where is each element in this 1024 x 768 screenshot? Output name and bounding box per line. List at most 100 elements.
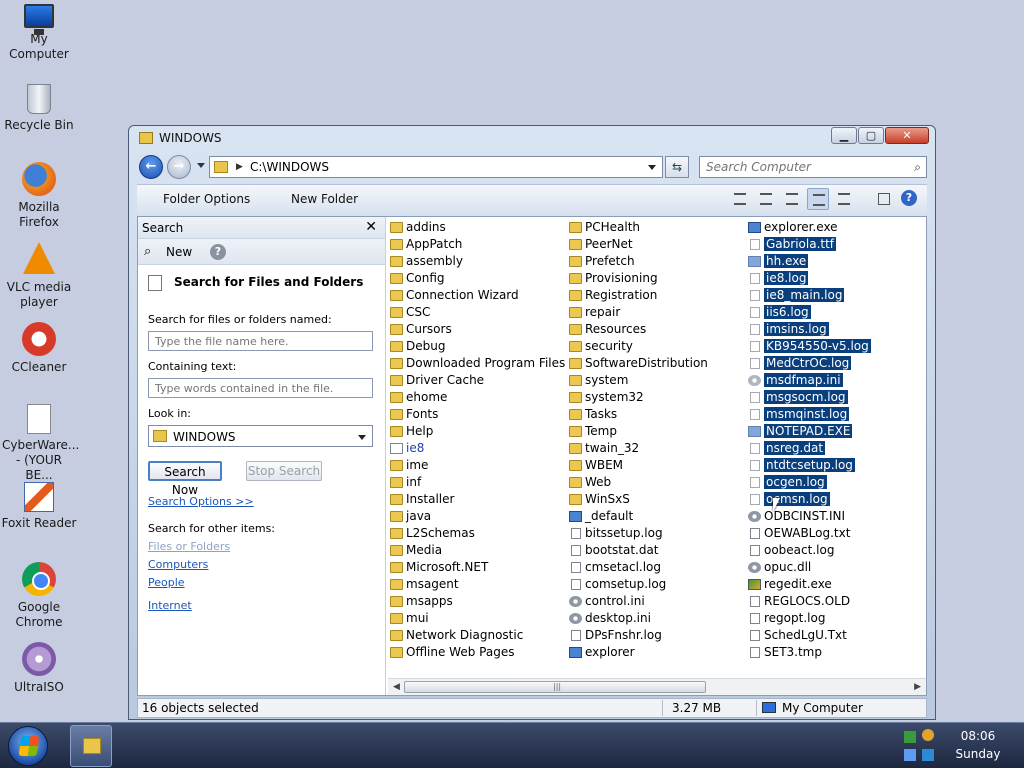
new-search-button[interactable]: New	[166, 245, 192, 259]
people-link[interactable]: People	[148, 576, 185, 589]
start-button[interactable]	[8, 726, 48, 766]
file-item[interactable]: Connection Wizard	[388, 287, 565, 304]
search-icon[interactable]: ⌕	[914, 160, 921, 175]
file-item[interactable]: ime	[388, 457, 565, 474]
file-item[interactable]: ie8	[388, 440, 565, 457]
refresh-button[interactable]: ⇆	[665, 156, 689, 178]
internet-link[interactable]: Internet	[148, 599, 192, 612]
file-item[interactable]: WinSxS	[567, 491, 708, 508]
close-pane-icon[interactable]: ✕	[365, 219, 377, 235]
file-item[interactable]: OEWABLog.txt	[746, 525, 871, 542]
desktop-icon-ultraiso[interactable]: UltraISO	[0, 642, 78, 695]
file-item[interactable]: AppPatch	[388, 236, 565, 253]
file-item[interactable]: Prefetch	[567, 253, 708, 270]
chevron-right-icon[interactable]: ▶	[236, 162, 243, 172]
file-item[interactable]: regedit.exe	[746, 576, 871, 593]
file-item[interactable]: Microsoft.NET	[388, 559, 565, 576]
file-item[interactable]: control.ini	[567, 593, 708, 610]
horizontal-scrollbar[interactable]: ◀ ||| ▶	[388, 678, 926, 695]
file-item[interactable]: mui	[388, 610, 565, 627]
search-box[interactable]: ⌕	[699, 156, 927, 178]
file-item[interactable]: ocmsn.log	[746, 491, 871, 508]
file-item[interactable]: PeerNet	[567, 236, 708, 253]
file-item[interactable]: nsreg.dat	[746, 440, 871, 457]
back-button[interactable]: ←	[139, 155, 163, 179]
file-item[interactable]: desktop.ini	[567, 610, 708, 627]
file-item[interactable]: assembly	[388, 253, 565, 270]
file-item[interactable]: WBEM	[567, 457, 708, 474]
search-options-link[interactable]: Search Options >>	[148, 495, 254, 508]
file-item[interactable]: PCHealth	[567, 219, 708, 236]
file-item[interactable]: ehome	[388, 389, 565, 406]
search-now-button[interactable]: Search Now	[148, 461, 222, 497]
desktop-icon-my-computer[interactable]: My Computer	[0, 4, 78, 62]
tray-app-icon[interactable]	[922, 729, 934, 741]
file-item[interactable]: msdfmap.ini	[746, 372, 871, 389]
file-item[interactable]: java	[388, 508, 565, 525]
file-item[interactable]: twain_32	[567, 440, 708, 457]
file-item[interactable]: Installer	[388, 491, 565, 508]
files-or-folders-link[interactable]: Files or Folders	[148, 540, 230, 553]
file-name-input[interactable]	[148, 331, 373, 351]
file-item[interactable]: comsetup.log	[567, 576, 708, 593]
file-item[interactable]: DPsFnshr.log	[567, 627, 708, 644]
containing-text-input[interactable]	[148, 378, 373, 398]
taskbar-clock[interactable]: 08:06 Sunday	[940, 727, 1016, 763]
address-field[interactable]: ▶ C:\WINDOWS	[209, 156, 663, 178]
file-item[interactable]: system32	[567, 389, 708, 406]
look-in-select[interactable]: WINDOWS	[148, 425, 373, 447]
file-item[interactable]: ie8.log	[746, 270, 871, 287]
scroll-right-icon[interactable]: ▶	[914, 682, 921, 692]
file-item[interactable]: ODBCINST.INI	[746, 508, 871, 525]
display-icon[interactable]	[904, 749, 916, 761]
file-item[interactable]: bootstat.dat	[567, 542, 708, 559]
file-item[interactable]: ntdtcsetup.log	[746, 457, 871, 474]
file-item[interactable]: explorer	[567, 644, 708, 661]
file-item[interactable]: ie8_main.log	[746, 287, 871, 304]
folder-options-button[interactable]: Folder Options	[163, 192, 250, 206]
desktop-icon-firefox[interactable]: Mozilla Firefox	[0, 162, 78, 230]
file-item[interactable]: imsins.log	[746, 321, 871, 338]
file-item[interactable]: Web	[567, 474, 708, 491]
file-item[interactable]: Offline Web Pages	[388, 644, 565, 661]
file-item[interactable]: _default	[567, 508, 708, 525]
title-bar[interactable]: WINDOWS ▁ ▢ ✕	[129, 126, 935, 150]
desktop-icon-cyberware[interactable]: CyberWare... - (YOUR BE...	[0, 404, 79, 483]
view-icons-button[interactable]	[781, 188, 803, 210]
computers-link[interactable]: Computers	[148, 558, 208, 571]
file-item[interactable]: REGLOCS.OLD	[746, 593, 871, 610]
file-item[interactable]: KB954550-v5.log	[746, 338, 871, 355]
file-item[interactable]: regopt.log	[746, 610, 871, 627]
view-details-button[interactable]	[833, 188, 855, 210]
stop-search-button[interactable]: Stop Search	[246, 461, 322, 481]
file-item[interactable]: NOTEPAD.EXE	[746, 423, 871, 440]
file-item[interactable]: Config	[388, 270, 565, 287]
file-item[interactable]: SchedLgU.Txt	[746, 627, 871, 644]
file-item[interactable]: opuc.dll	[746, 559, 871, 576]
network-icon[interactable]	[904, 731, 916, 743]
language-icon[interactable]	[922, 749, 934, 761]
minimize-button[interactable]: ▁	[831, 127, 857, 144]
file-item[interactable]: MedCtrOC.log	[746, 355, 871, 372]
file-item[interactable]: msagent	[388, 576, 565, 593]
history-dropdown[interactable]	[197, 163, 205, 168]
file-item[interactable]: Media	[388, 542, 565, 559]
file-item[interactable]: hh.exe	[746, 253, 871, 270]
file-item[interactable]: Downloaded Program Files	[388, 355, 565, 372]
file-item[interactable]: msgsocm.log	[746, 389, 871, 406]
forward-button[interactable]: →	[167, 155, 191, 179]
file-item[interactable]: Registration	[567, 287, 708, 304]
scroll-left-icon[interactable]: ◀	[393, 682, 400, 692]
file-item[interactable]: inf	[388, 474, 565, 491]
search-input[interactable]	[700, 157, 900, 177]
file-item[interactable]: iis6.log	[746, 304, 871, 321]
file-item[interactable]: repair	[567, 304, 708, 321]
file-item[interactable]: Driver Cache	[388, 372, 565, 389]
file-item[interactable]: explorer.exe	[746, 219, 871, 236]
file-item[interactable]: SET3.tmp	[746, 644, 871, 661]
view-list-button[interactable]	[807, 188, 829, 210]
desktop-icon-vlc[interactable]: VLC media player	[0, 242, 78, 310]
file-item[interactable]: SoftwareDistribution	[567, 355, 708, 372]
close-button[interactable]: ✕	[885, 127, 929, 144]
desktop-icon-ccleaner[interactable]: CCleaner	[0, 322, 78, 375]
